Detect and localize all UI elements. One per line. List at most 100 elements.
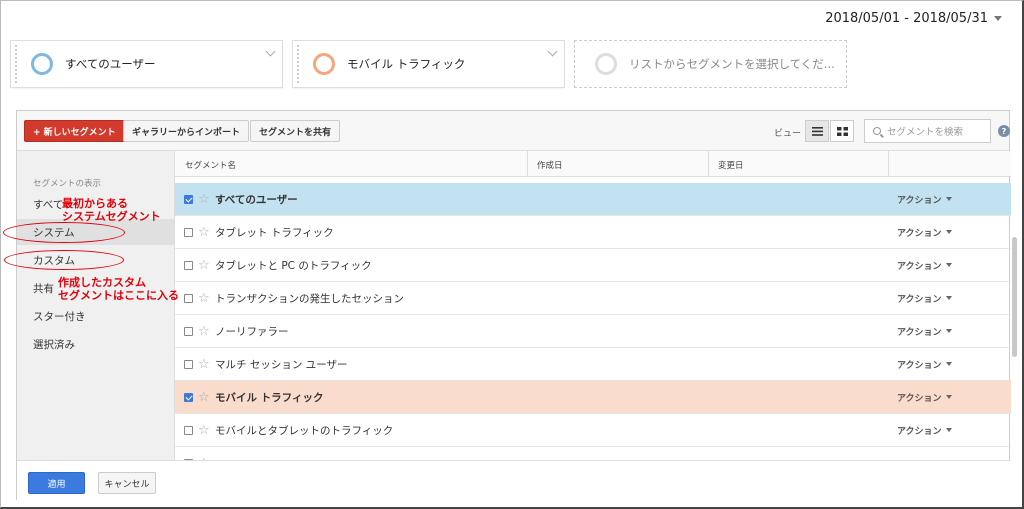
vertical-scrollbar[interactable]: [1012, 237, 1017, 357]
action-menu[interactable]: アクション: [897, 391, 952, 404]
segment-ring-icon: [595, 53, 617, 75]
annotation-ellipse-system: [3, 222, 125, 243]
column-header-modified[interactable]: 変更日: [718, 159, 744, 171]
chevron-down-icon: [945, 395, 952, 399]
action-menu[interactable]: アクション: [897, 226, 952, 239]
annotation-system-line2: システムセグメント: [62, 210, 161, 223]
segment-ring-icon: [313, 53, 335, 75]
action-menu[interactable]: アクション: [897, 358, 952, 371]
help-icon[interactable]: ?: [998, 125, 1010, 137]
segment-name: タブレットと PC のトラフィック: [215, 259, 372, 272]
column-header-name[interactable]: セグメント名: [185, 159, 236, 171]
segment-name: タブレット トラフィック: [215, 226, 334, 239]
grid-icon: [836, 126, 848, 136]
table-row[interactable]: ☆ マルチ セッション ユーザー アクション: [175, 348, 1011, 381]
star-icon[interactable]: ☆: [198, 291, 210, 306]
star-icon[interactable]: ☆: [198, 258, 210, 273]
search-placeholder: セグメントを検索: [887, 127, 964, 138]
segment-name: モバイル トラフィック: [215, 391, 324, 404]
segment-table: セグメント名 作成日 変更日 ☆ すべてのユーザー アクション ☆ タブレット …: [175, 151, 1011, 460]
action-label: アクション: [897, 228, 942, 239]
table-row[interactable]: ☆ トランザクションの発生したセッション アクション: [175, 282, 1011, 315]
star-icon[interactable]: ☆: [198, 390, 210, 405]
toolbar: + 新しいセグメント ギャラリーからインポート セグメントを共有 ビュー セグメ…: [17, 111, 1010, 151]
action-menu[interactable]: アクション: [897, 325, 952, 338]
action-label: アクション: [897, 261, 942, 272]
star-icon[interactable]: ☆: [198, 324, 210, 339]
annotation-custom-line2: セグメントはここに入る: [58, 289, 179, 302]
new-segment-button[interactable]: + 新しいセグメント: [24, 120, 125, 142]
chevron-down-icon: [945, 362, 952, 366]
star-icon[interactable]: ☆: [198, 423, 210, 438]
sidebar-item-selected[interactable]: 選択済み: [17, 331, 175, 357]
chevron-down-icon[interactable]: [265, 46, 276, 57]
action-menu[interactable]: アクション: [897, 259, 952, 272]
star-icon[interactable]: ☆: [198, 357, 210, 372]
drag-handle[interactable]: [15, 45, 17, 83]
grid-view-button[interactable]: [830, 120, 854, 142]
table-row[interactable]: ☆ ノーリファラー アクション: [175, 315, 1011, 348]
row-checkbox[interactable]: [184, 227, 193, 237]
row-checkbox[interactable]: [184, 293, 193, 303]
table-header: セグメント名 作成日 変更日: [175, 151, 1011, 177]
annotation-ellipse-custom: [4, 250, 124, 270]
table-row-partial[interactable]: ☆: [175, 447, 1011, 460]
segment-name: すべてのユーザー: [215, 193, 298, 206]
segment-slot-label: モバイル トラフィック: [347, 57, 466, 71]
segment-slot-1[interactable]: すべてのユーザー: [10, 40, 283, 88]
action-label: アクション: [897, 426, 942, 437]
drag-handle[interactable]: [297, 45, 299, 83]
column-header-created[interactable]: 作成日: [537, 159, 563, 171]
star-icon[interactable]: ☆: [198, 192, 210, 207]
action-label: アクション: [897, 393, 942, 404]
table-row[interactable]: ☆ モバイル トラフィック アクション: [175, 381, 1011, 414]
table-row[interactable]: ☆ タブレットと PC のトラフィック アクション: [175, 249, 1011, 282]
segment-slot-empty[interactable]: リストからセグメントを選択してくだ...: [574, 40, 847, 88]
segment-name: ノーリファラー: [215, 325, 289, 338]
segment-name: トランザクションの発生したセッション: [215, 292, 404, 305]
segment-slot-placeholder: リストからセグメントを選択してくだ...: [629, 57, 835, 71]
chevron-down-icon[interactable]: [547, 46, 558, 57]
row-checkbox[interactable]: [184, 260, 193, 270]
list-view-button[interactable]: [805, 120, 829, 142]
table-row[interactable]: ☆ モバイルとタブレットのトラフィック アクション: [175, 414, 1011, 447]
date-range-selector[interactable]: 2018/05/01 - 2018/05/31: [825, 11, 1002, 26]
footer: 適用 キャンセル: [17, 460, 1011, 501]
chevron-down-icon: [945, 329, 952, 333]
sidebar-heading: セグメントの表示: [33, 179, 102, 189]
view-label: ビュー: [774, 129, 802, 139]
sidebar-item-starred[interactable]: スター付き: [17, 303, 175, 329]
chevron-down-icon: [994, 16, 1002, 21]
chevron-down-icon: [945, 263, 952, 267]
apply-button[interactable]: 適用: [28, 472, 85, 494]
row-checkbox[interactable]: [184, 326, 193, 336]
search-input[interactable]: セグメントを検索: [864, 119, 991, 143]
list-icon: [811, 126, 823, 136]
segment-ring-icon: [31, 53, 53, 75]
row-checkbox[interactable]: [184, 359, 193, 369]
star-icon[interactable]: ☆: [198, 225, 210, 240]
share-segments-button[interactable]: セグメントを共有: [250, 120, 341, 142]
chevron-down-icon: [945, 296, 952, 300]
action-label: アクション: [897, 327, 942, 338]
date-range-text: 2018/05/01 - 2018/05/31: [825, 11, 988, 26]
table-row[interactable]: ☆ すべてのユーザー アクション: [175, 183, 1011, 216]
segment-slot-2[interactable]: モバイル トラフィック: [292, 40, 565, 88]
row-checkbox[interactable]: [184, 425, 193, 435]
chevron-down-icon: [945, 428, 952, 432]
action-label: アクション: [897, 360, 942, 371]
action-label: アクション: [897, 294, 942, 305]
chevron-down-icon: [945, 197, 952, 201]
action-menu[interactable]: アクション: [897, 193, 952, 206]
segment-slot-label: すべてのユーザー: [65, 57, 156, 71]
table-row[interactable]: ☆ タブレット トラフィック アクション: [175, 216, 1011, 249]
cancel-button[interactable]: キャンセル: [98, 472, 156, 494]
row-checkbox[interactable]: [184, 194, 193, 204]
chevron-down-icon: [945, 230, 952, 234]
annotation-system-line1: 最初からある: [62, 197, 128, 210]
action-menu[interactable]: アクション: [897, 292, 952, 305]
row-checkbox[interactable]: [184, 392, 193, 402]
import-gallery-button[interactable]: ギャラリーからインポート: [123, 120, 250, 142]
segment-name: マルチ セッション ユーザー: [215, 358, 348, 371]
action-menu[interactable]: アクション: [897, 424, 952, 437]
